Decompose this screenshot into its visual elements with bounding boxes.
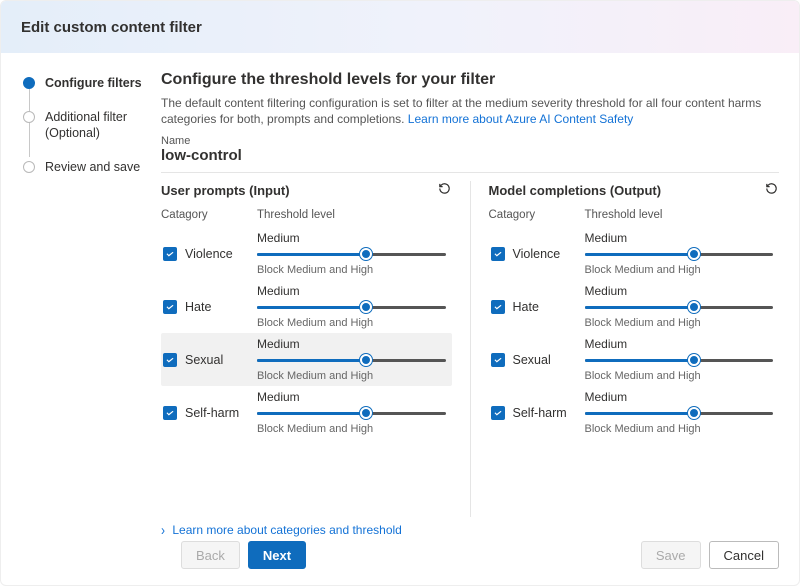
page-heading: Configure the threshold levels for your … [161,71,779,89]
category-row: Self-harmMedium Block Medium and High [161,386,452,439]
threshold-level-label: Medium [257,284,446,298]
step-label: Configure filters [45,75,142,91]
threshold-slider[interactable] [257,300,446,314]
dialog-title: Edit custom content filter [1,1,799,53]
vertical-divider [470,181,471,517]
threshold-level-label: Medium [257,337,446,351]
threshold-description: Block Medium and High [585,264,774,276]
cancel-button[interactable]: Cancel [709,541,779,569]
col-threshold: Threshold level [257,209,335,221]
divider [161,172,779,173]
threshold-slider[interactable] [585,300,774,314]
threshold-slider[interactable] [585,353,774,367]
threshold-level-label: Medium [585,390,774,404]
category-name: Self-harm [513,406,585,420]
category-row: ViolenceMedium Block Medium and High [161,227,452,280]
dialog-footer: Back Next Save Cancel [1,537,799,585]
threshold-description: Block Medium and High [585,317,774,329]
category-checkbox[interactable] [163,300,177,314]
col-category: Catagory [489,209,585,221]
page-subtext: The default content filtering configurat… [161,95,779,127]
step-dot-icon [23,77,35,89]
category-name: Sexual [513,353,585,367]
user-prompts-panel: User prompts (Input) CatagoryThreshold le… [161,181,452,517]
model-completions-panel: Model completions (Output) CatagoryThresh… [489,181,780,517]
next-button[interactable]: Next [248,541,306,569]
col-category: Catagory [161,209,257,221]
category-name: Sexual [185,353,257,367]
step-review-and-save[interactable]: Review and save [23,159,151,175]
threshold-level-label: Medium [257,231,446,245]
step-label: Additional filter (Optional) [45,109,151,141]
category-name: Violence [185,247,257,261]
panel-title: Model completions (Output) [489,183,662,198]
back-button[interactable]: Back [181,541,240,569]
threshold-slider[interactable] [257,247,446,261]
threshold-description: Block Medium and High [257,370,446,382]
threshold-description: Block Medium and High [585,423,774,435]
threshold-description: Block Medium and High [257,317,446,329]
learn-more-categories-link[interactable]: Learn more about categories and threshol… [172,523,401,537]
threshold-description: Block Medium and High [257,423,446,435]
threshold-description: Block Medium and High [585,370,774,382]
threshold-level-label: Medium [257,390,446,404]
threshold-slider[interactable] [585,406,774,420]
col-threshold: Threshold level [585,209,663,221]
category-name: Hate [513,300,585,314]
wizard-steps: Configure filters Additional filter (Opt… [1,53,161,537]
category-checkbox[interactable] [491,406,505,420]
name-label: Name [161,135,779,147]
category-name: Hate [185,300,257,314]
threshold-level-label: Medium [585,284,774,298]
category-row: ViolenceMedium Block Medium and High [489,227,780,280]
category-checkbox[interactable] [163,406,177,420]
threshold-level-label: Medium [585,231,774,245]
category-checkbox[interactable] [491,353,505,367]
step-configure-filters[interactable]: Configure filters [23,75,151,91]
content-safety-link[interactable]: Learn more about Azure AI Content Safety [408,112,633,126]
category-row: HateMedium Block Medium and High [489,280,780,333]
category-checkbox[interactable] [163,247,177,261]
step-label: Review and save [45,159,140,175]
category-checkbox[interactable] [491,300,505,314]
reset-icon[interactable] [764,181,779,199]
step-dot-icon [23,161,35,173]
step-additional-filter[interactable]: Additional filter (Optional) [23,109,151,141]
chevron-right-icon: › [161,522,165,537]
panel-title: User prompts (Input) [161,183,290,198]
reset-icon[interactable] [437,181,452,199]
category-name: Self-harm [185,406,257,420]
step-dot-icon [23,111,35,123]
category-checkbox[interactable] [163,353,177,367]
category-row: SexualMedium Block Medium and High [161,333,452,386]
threshold-slider[interactable] [257,353,446,367]
threshold-description: Block Medium and High [257,264,446,276]
filter-name: low-control [161,147,779,164]
category-row: HateMedium Block Medium and High [161,280,452,333]
save-button[interactable]: Save [641,541,701,569]
category-row: SexualMedium Block Medium and High [489,333,780,386]
threshold-slider[interactable] [257,406,446,420]
category-row: Self-harmMedium Block Medium and High [489,386,780,439]
threshold-level-label: Medium [585,337,774,351]
category-name: Violence [513,247,585,261]
threshold-slider[interactable] [585,247,774,261]
category-checkbox[interactable] [491,247,505,261]
